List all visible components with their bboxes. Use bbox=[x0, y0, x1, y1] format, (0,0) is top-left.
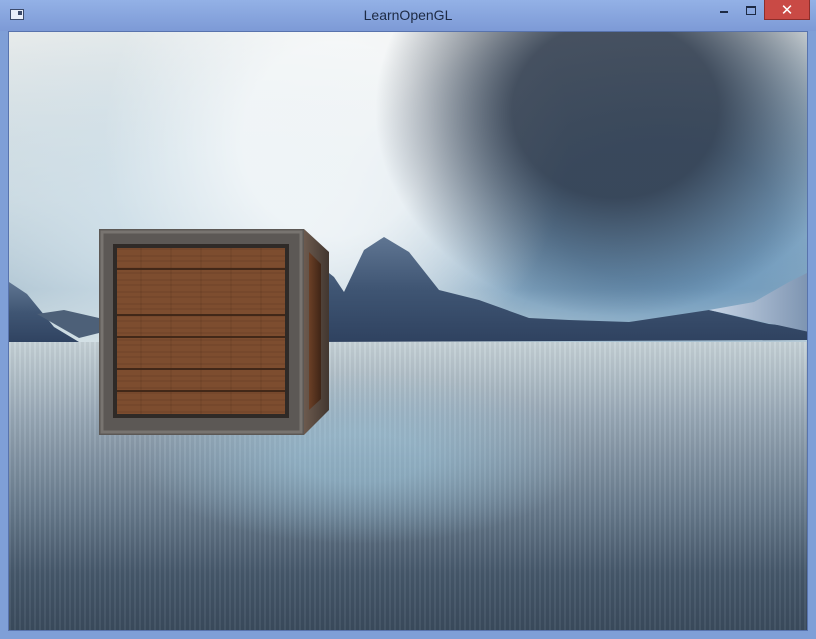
close-button[interactable]: ✕ bbox=[764, 0, 810, 20]
crate-side-planks bbox=[309, 252, 321, 410]
close-icon: ✕ bbox=[780, 1, 794, 19]
wooden-crate[interactable] bbox=[99, 229, 329, 435]
mountain-center bbox=[309, 237, 807, 342]
window-title: LearnOpenGL bbox=[363, 7, 453, 23]
maximize-button[interactable] bbox=[737, 0, 765, 20]
opengl-viewport[interactable] bbox=[8, 31, 808, 631]
minimize-button[interactable] bbox=[709, 0, 739, 20]
app-window: LearnOpenGL ✕ bbox=[0, 0, 816, 639]
title-bar[interactable]: LearnOpenGL ✕ bbox=[0, 0, 816, 31]
